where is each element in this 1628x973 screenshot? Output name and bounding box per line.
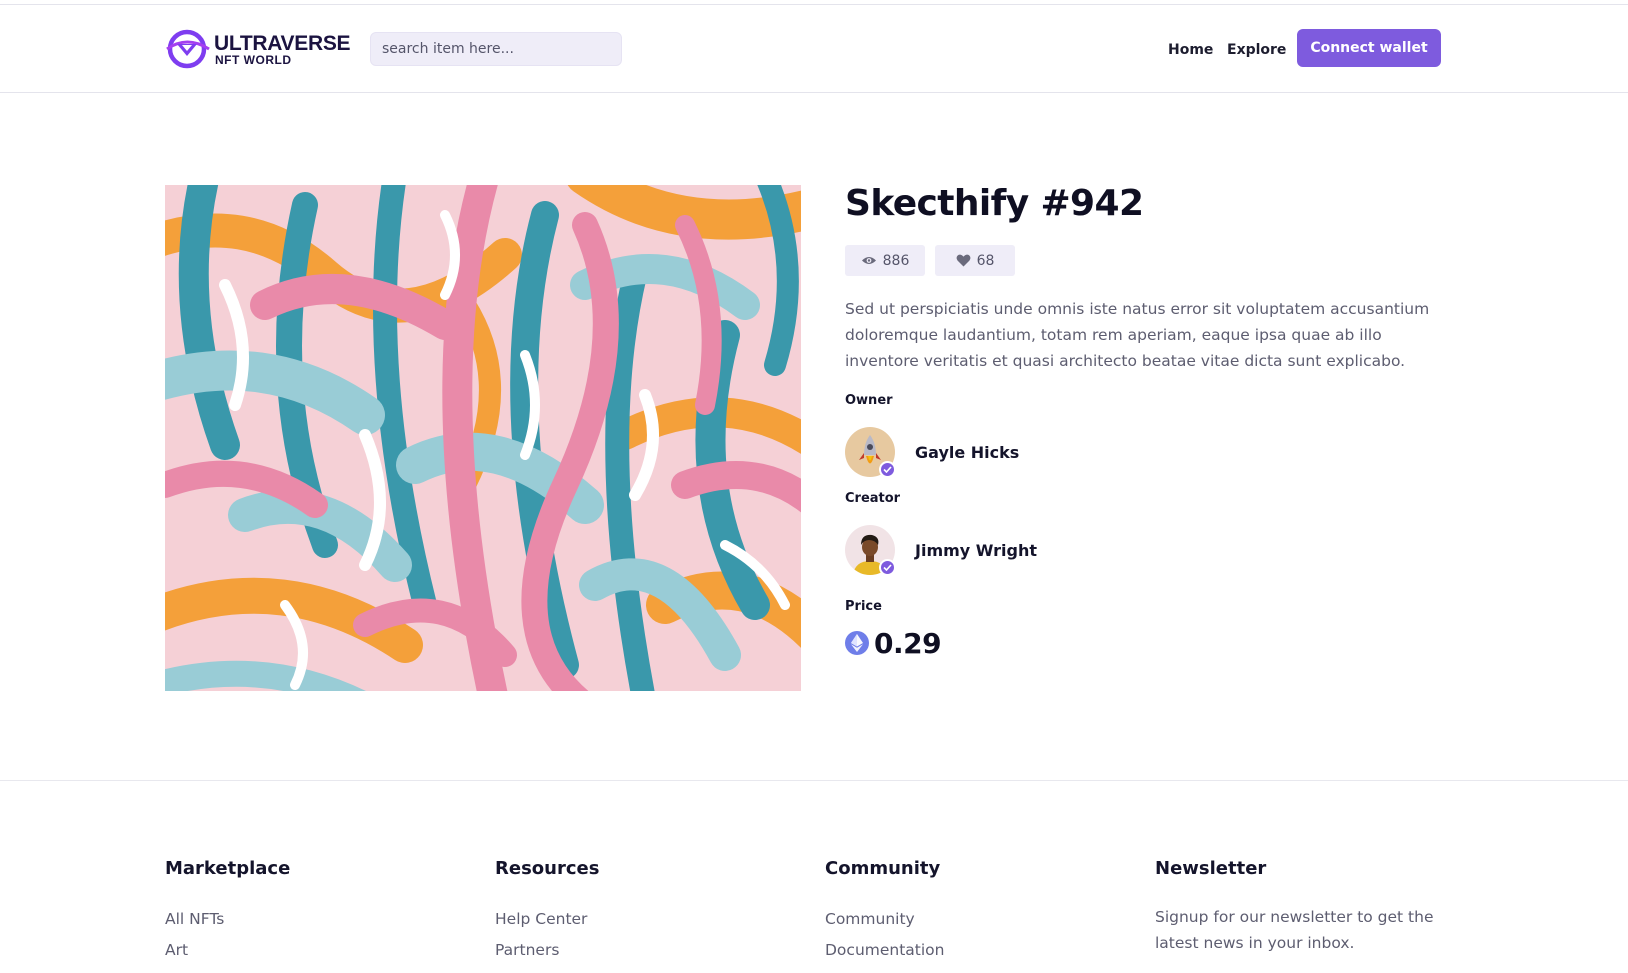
footer-link[interactable]: Documentation [825,935,1125,966]
footer-link[interactable]: Art [165,935,465,966]
views-count: 886 [882,252,910,269]
abstract-brushstroke-artwork [165,185,801,691]
owner-name[interactable]: Gayle Hicks [915,443,1019,462]
owner-avatar[interactable] [845,427,896,478]
footer-newsletter-heading: Newsletter [1155,858,1267,879]
connect-wallet-button[interactable]: Connect wallet [1297,29,1441,67]
price-display: 0.29 [845,626,942,660]
owner-profile[interactable]: Gayle Hicks [845,426,1145,478]
footer-resources-heading: Resources [495,858,600,879]
ethereum-icon [845,631,869,655]
footer-link[interactable]: Help Center [495,904,795,935]
likes-count: 68 [976,252,995,269]
footer-community-heading: Community [825,858,941,879]
brand-wordmark: ULTRAVERSE NFT WORLD [214,31,351,67]
creator-profile[interactable]: Jimmy Wright [845,524,1145,576]
brand-line-1: ULTRAVERSE [214,31,351,55]
footer-link[interactable]: Partners [495,935,795,966]
verified-badge-icon [879,461,896,478]
likes-badge[interactable]: 68 [935,245,1015,276]
brand-logo[interactable]: ULTRAVERSE NFT WORLD [165,29,351,69]
creator-name[interactable]: Jimmy Wright [915,541,1037,560]
price-value: 0.29 [874,626,942,660]
nft-artwork-image [165,185,801,691]
nav-home-link[interactable]: Home [1168,32,1213,68]
creator-label: Creator [845,491,901,506]
footer-marketplace-heading: Marketplace [165,858,291,879]
item-title: Skecthify #942 [845,183,1144,224]
footer-marketplace-column: Marketplace All NFTs Art [165,858,465,966]
brand-line-2: NFT WORLD [215,52,292,67]
eye-icon [861,257,876,264]
owner-label: Owner [845,393,893,408]
verified-badge-icon [879,559,896,576]
views-badge: 886 [845,245,925,276]
search-input[interactable] [370,32,622,66]
heart-icon [956,254,971,267]
nav-explore-link[interactable]: Explore [1227,32,1286,68]
footer-link[interactable]: Community [825,904,1125,935]
newsletter-text: Signup for our newsletter to get the lat… [1155,908,1434,952]
ultraverse-logo-icon [166,29,210,69]
footer-resources-column: Resources Help Center Partners [495,858,795,966]
site-header: ULTRAVERSE NFT WORLD Home Explore Connec… [0,5,1628,93]
footer-link[interactable]: All NFTs [165,904,465,935]
footer-community-column: Community Community Documentation [825,858,1125,966]
footer-divider [0,780,1628,781]
footer-newsletter-column: Newsletter Signup for our newsletter to … [1155,858,1445,956]
price-label: Price [845,599,882,614]
creator-avatar[interactable] [845,525,896,576]
item-description: Sed ut perspiciatis unde omnis iste natu… [845,300,1430,370]
